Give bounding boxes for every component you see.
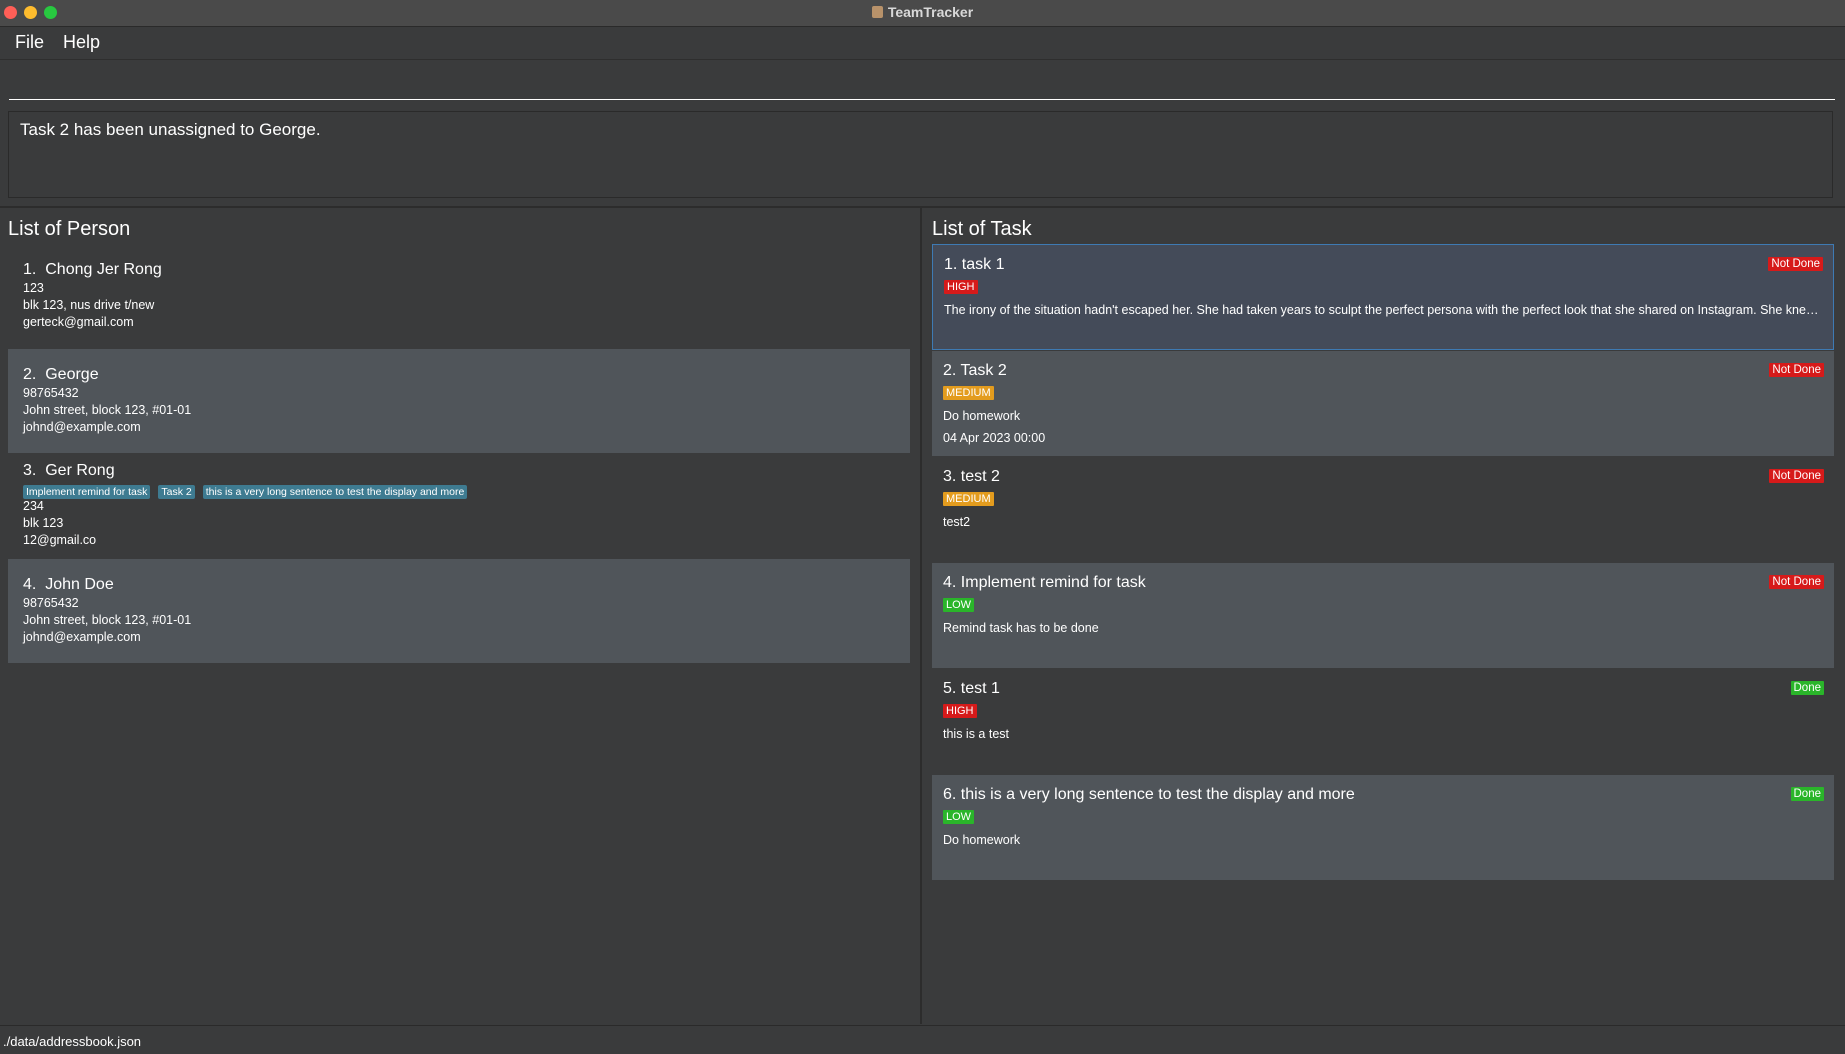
task-description: this is a test	[943, 727, 1009, 741]
task-title: 5. test 1	[943, 680, 1000, 697]
person-email: gerteck@gmail.com	[23, 315, 134, 329]
task-card[interactable]: 3. test 2 Not Done MEDIUM test2	[932, 457, 1834, 562]
task-card[interactable]: 4. Implement remind for task Not Done LO…	[932, 563, 1834, 668]
task-card[interactable]: 2. Task 2 Not Done MEDIUM Do homework 04…	[932, 351, 1834, 456]
menu-file[interactable]: File	[15, 32, 44, 53]
task-card[interactable]: 6. this is a very long sentence to test …	[932, 775, 1834, 880]
task-priority-badge: LOW	[943, 810, 975, 824]
menu-bar: File Help	[0, 27, 1845, 60]
task-title: 6. this is a very long sentence to test …	[943, 786, 1355, 803]
person-list-title: List of Person	[8, 218, 131, 240]
task-title: 1. task 1	[944, 256, 1005, 273]
person-email: 12@gmail.co	[23, 533, 97, 547]
task-priority-badge: HIGH	[944, 280, 978, 294]
task-status-badge: Not Done	[1768, 257, 1823, 271]
person-tags: Implement remind for task Task 2 this is a…	[23, 482, 475, 500]
task-priority-badge: MEDIUM	[943, 386, 994, 400]
task-status-badge: Done	[1790, 787, 1824, 801]
result-text: Task 2 has been unassigned to George.	[20, 120, 321, 139]
person-address: blk 123	[23, 516, 64, 530]
command-input[interactable]	[9, 66, 1835, 100]
person-card[interactable]: 3. Ger Rong Implement remind for task Tas…	[8, 454, 910, 558]
task-description: The irony of the situation hadn't escape…	[944, 303, 1822, 317]
person-phone: 234	[23, 499, 44, 513]
task-status-badge: Not Done	[1769, 469, 1824, 483]
person-name: 1. Chong Jer Rong	[23, 261, 162, 278]
task-priority-badge: MEDIUM	[943, 492, 994, 506]
divider-horizontal	[0, 206, 1845, 208]
task-priority-badge: HIGH	[943, 704, 977, 718]
person-card[interactable]: 2. George 98765432 John street, block 12…	[8, 349, 910, 453]
window-title-text: TeamTracker	[887, 4, 974, 20]
result-display: Task 2 has been unassigned to George.	[8, 111, 1833, 198]
person-name: 3. Ger Rong	[23, 462, 115, 479]
person-phone: 123	[23, 281, 44, 295]
panel-splitter[interactable]	[920, 208, 922, 1024]
person-address: John street, block 123, #01-01	[23, 613, 192, 627]
task-deadline: 04 Apr 2023 00:00	[943, 431, 1046, 445]
task-status-badge: Not Done	[1769, 575, 1824, 589]
person-name: 4. John Doe	[23, 576, 114, 593]
task-status-badge: Not Done	[1769, 363, 1824, 377]
task-description: test2	[943, 515, 971, 529]
person-address: John street, block 123, #01-01	[23, 403, 192, 417]
task-title: 3. test 2	[943, 468, 1000, 485]
task-list-title: List of Task	[932, 218, 1032, 240]
person-email: johnd@example.com	[23, 630, 141, 644]
menu-help[interactable]: Help	[63, 32, 100, 53]
task-card[interactable]: 1. task 1 Not Done HIGH The irony of the…	[932, 244, 1834, 350]
window-title: TeamTracker	[0, 4, 1845, 20]
person-tag: Implement remind for task	[23, 485, 151, 499]
person-address: blk 123, nus drive t/new	[23, 298, 155, 312]
task-description: Do homework	[943, 409, 1021, 423]
storage-path: ./data/addressbook.json	[3, 1034, 142, 1049]
task-title: 2. Task 2	[943, 362, 1007, 379]
task-description: Do homework	[943, 833, 1021, 847]
person-name: 2. George	[23, 366, 99, 383]
person-tag: Task 2	[158, 485, 195, 499]
app-icon	[871, 6, 883, 18]
status-bar: ./data/addressbook.json	[0, 1025, 1845, 1054]
person-email: johnd@example.com	[23, 420, 141, 434]
task-title: 4. Implement remind for task	[943, 574, 1146, 591]
person-card[interactable]: 4. John Doe 98765432 John street, block …	[8, 559, 910, 663]
task-description: Remind task has to be done	[943, 621, 1099, 635]
task-card[interactable]: 5. test 1 Done HIGH this is a test	[932, 669, 1834, 774]
task-status-badge: Done	[1790, 681, 1824, 695]
person-phone: 98765432	[23, 596, 79, 610]
person-tag: this is a very long sentence to test the…	[202, 485, 468, 499]
title-bar: TeamTracker	[0, 0, 1845, 27]
person-phone: 98765432	[23, 386, 79, 400]
person-card[interactable]: 1. Chong Jer Rong 123 blk 123, nus drive…	[8, 244, 910, 348]
task-priority-badge: LOW	[943, 598, 975, 612]
